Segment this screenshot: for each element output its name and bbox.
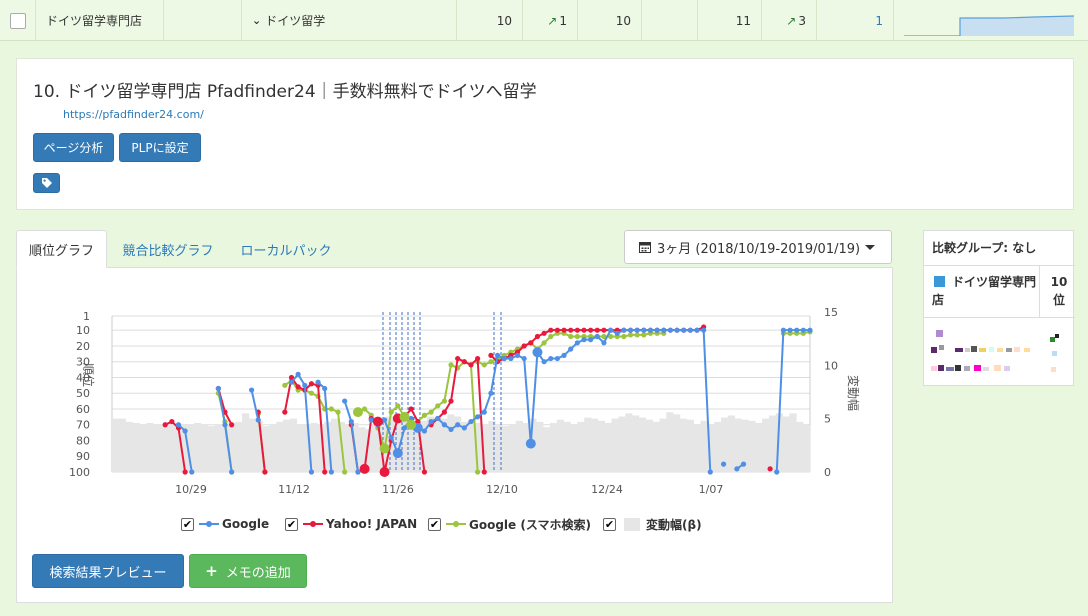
legend-volatility-checkbox[interactable]: ✔ [603, 517, 616, 531]
compare-list-thumbnails [931, 330, 1059, 372]
row-checkbox[interactable] [9, 12, 26, 29]
tab-competitor-graph[interactable]: 競合比較グラフ [112, 230, 224, 268]
change-google: 1 [559, 13, 567, 28]
page-analysis-button[interactable]: ページ分析 [33, 133, 114, 162]
chevron-down-icon: ⌄ [252, 14, 262, 27]
up-arrow-icon: ↗ [786, 13, 797, 28]
legend-volatility-label: 変動幅(β) [646, 517, 702, 532]
add-memo-label: メモの追加 [225, 565, 291, 581]
rank-chart-box [16, 267, 893, 603]
legend-yahoo-swatch [303, 521, 323, 527]
site-name-cell: ドイツ留学専門店 [36, 0, 164, 41]
change-mobile-cell: ↗ 3 [762, 0, 817, 41]
compare-group-header: 比較グループ: なし [932, 241, 1037, 255]
compare-group-box: 比較グループ: なし ドイツ留学専門店 10位 [923, 230, 1075, 386]
site-name: ドイツ留学専門店 [46, 14, 143, 28]
legend-yahoo-label: Yahoo! JAPAN [326, 517, 418, 531]
legend-mobile-checkbox[interactable]: ✔ [428, 517, 441, 531]
tab-local-pack[interactable]: ローカルパック [230, 230, 342, 268]
change-google-cell: ↗ 1 [523, 0, 578, 41]
rank-mobile-cell: 11 [698, 0, 762, 41]
compare-site-name: ドイツ留学専門店 [932, 275, 1037, 307]
legend-google-label: Google [222, 517, 270, 531]
rank-google-cell: 10 [457, 0, 523, 41]
result-panel: 10. ドイツ留学専門店 Pfadfinder24｜手数料無料でドイツへ留学 h… [16, 58, 1074, 210]
count-cell: 1 [817, 0, 894, 41]
tag-icon [41, 178, 52, 188]
rank-yahoo: 10 [615, 13, 631, 28]
tag-button[interactable] [33, 173, 60, 193]
caret-down-icon [865, 245, 875, 250]
add-memo-button[interactable]: + メモの追加 [189, 554, 307, 588]
change-mobile: 3 [798, 13, 806, 28]
result-url[interactable]: https://pfadfinder24.com/ [63, 108, 204, 121]
sparkline-cell [894, 0, 1088, 41]
rank-yahoo-cell: 10 [578, 0, 642, 41]
legend-mobile-swatch [446, 521, 466, 527]
legend-google-swatch [199, 521, 219, 527]
legend-google[interactable]: ✔ Google [181, 515, 269, 533]
empty-cell [164, 0, 242, 41]
calendar-icon [639, 242, 651, 253]
period-label: 3ヶ月 (2018/10/19-2019/01/19) [657, 241, 861, 257]
legend-mobile-label: Google (スマホ検索) [469, 517, 591, 532]
row-checkbox-cell [0, 0, 36, 41]
ranking-row: ドイツ留学専門店 ⌄ ドイツ留学 10 ↗ 1 10 11 ↗ 3 1 [0, 0, 1088, 41]
result-title: 10. ドイツ留学専門店 Pfadfinder24｜手数料無料でドイツへ留学 [33, 82, 537, 102]
legend-mobile[interactable]: ✔ Google (スマホ検索) [428, 515, 591, 533]
tab-rank-graph[interactable]: 順位グラフ [16, 230, 107, 268]
search-preview-button[interactable]: 検索結果プレビュー [32, 554, 184, 588]
compare-site-rank: 10位 [1050, 275, 1068, 307]
keyword-cell[interactable]: ⌄ ドイツ留学 [242, 0, 457, 41]
legend-yahoo[interactable]: ✔ Yahoo! JAPAN [285, 515, 417, 533]
rank-mobile: 11 [735, 13, 751, 28]
plus-icon: + [205, 562, 218, 580]
period-dropdown[interactable]: 3ヶ月 (2018/10/19-2019/01/19) [624, 230, 892, 264]
legend-yahoo-checkbox[interactable]: ✔ [285, 517, 298, 531]
empty-cell [642, 0, 698, 41]
rank-google: 10 [496, 13, 512, 28]
up-arrow-icon: ↗ [547, 13, 558, 28]
legend-volatility[interactable]: ✔ 変動幅(β) [603, 515, 702, 533]
plp-button[interactable]: PLPに設定 [119, 133, 201, 162]
keyword: ドイツ留学 [265, 14, 326, 28]
legend-volatility-swatch [624, 517, 640, 531]
legend-google-checkbox[interactable]: ✔ [181, 517, 194, 531]
count-link[interactable]: 1 [875, 14, 883, 28]
sparkline [904, 14, 1075, 36]
